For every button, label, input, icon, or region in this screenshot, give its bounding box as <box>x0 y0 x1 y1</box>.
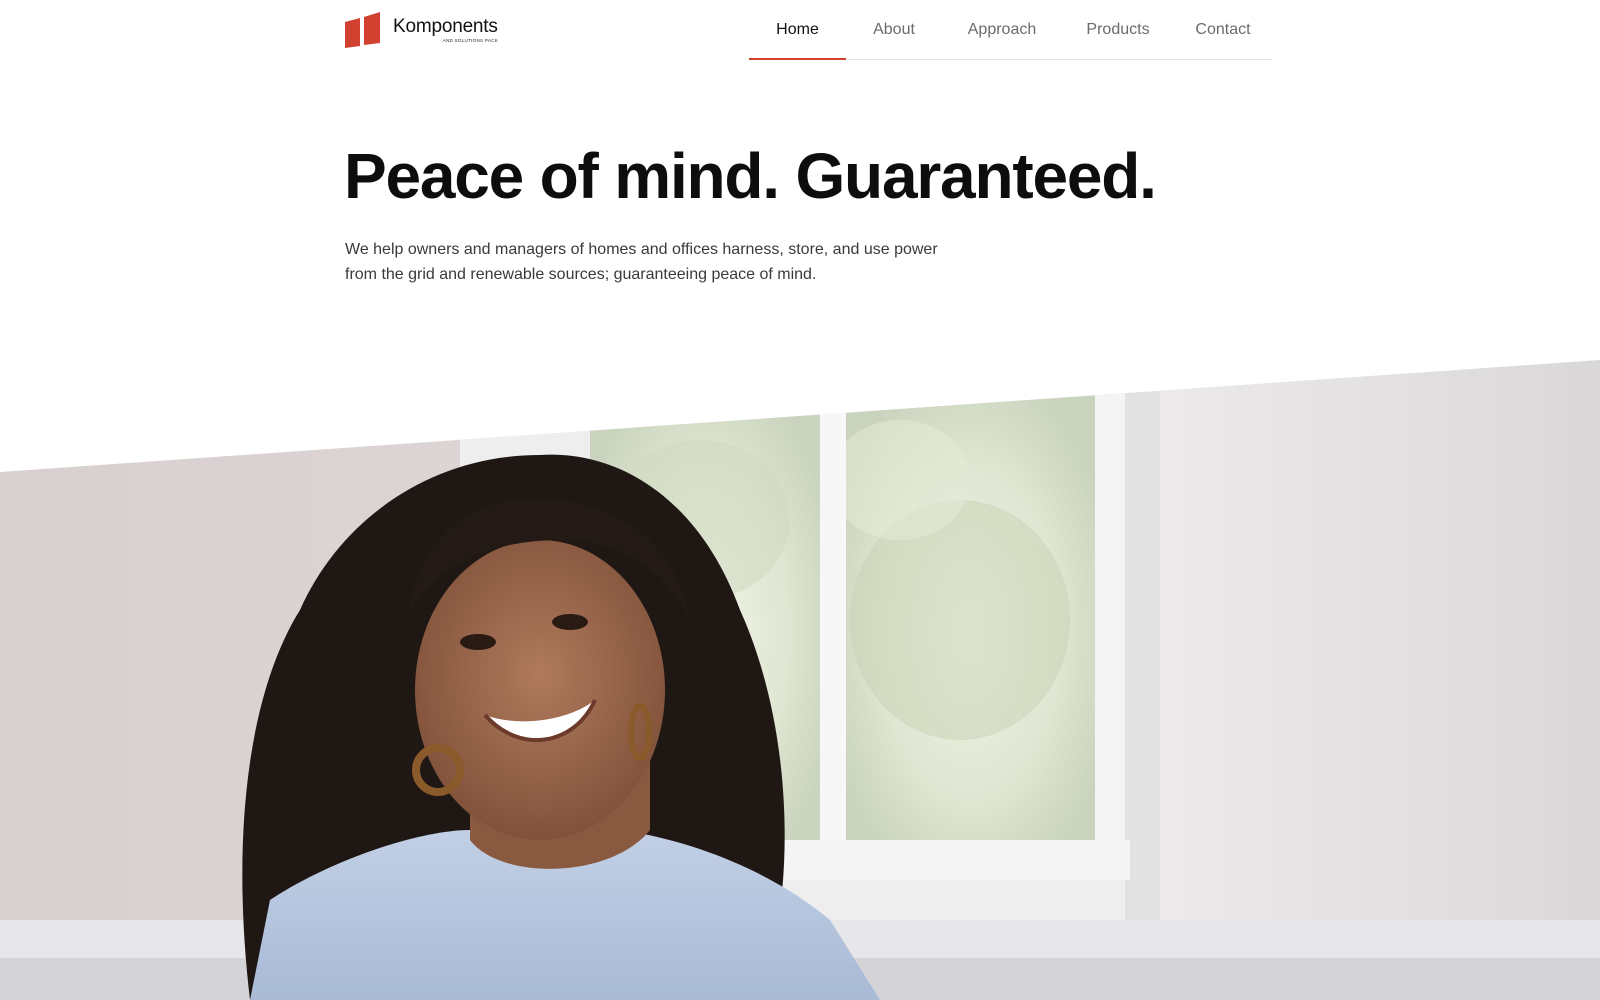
brand-logo[interactable]: Komponents AND SOLUTIONS PACK <box>345 12 498 48</box>
nav-item-products[interactable]: Products <box>1062 0 1174 59</box>
hero-photo-image <box>0 360 1600 1000</box>
brand-tagline: AND SOLUTIONS PACK <box>442 38 498 43</box>
main-nav: Home About Approach Products Contact <box>749 0 1272 60</box>
hero-photo <box>0 360 1600 1000</box>
nav-item-contact[interactable]: Contact <box>1174 0 1272 59</box>
logo-wordmark: Komponents AND SOLUTIONS PACK <box>393 12 498 48</box>
page: Komponents AND SOLUTIONS PACK Home About… <box>0 0 1600 1000</box>
nav-item-home[interactable]: Home <box>749 0 846 60</box>
nav-item-about[interactable]: About <box>846 0 942 59</box>
logo-mark-icon <box>345 12 380 48</box>
site-header: Komponents AND SOLUTIONS PACK Home About… <box>345 0 1272 60</box>
brand-name: Komponents <box>393 16 498 37</box>
nav-item-approach[interactable]: Approach <box>942 0 1062 59</box>
hero-title: Peace of mind. Guaranteed. <box>344 140 1157 212</box>
hero-description: We help owners and managers of homes and… <box>345 241 938 283</box>
